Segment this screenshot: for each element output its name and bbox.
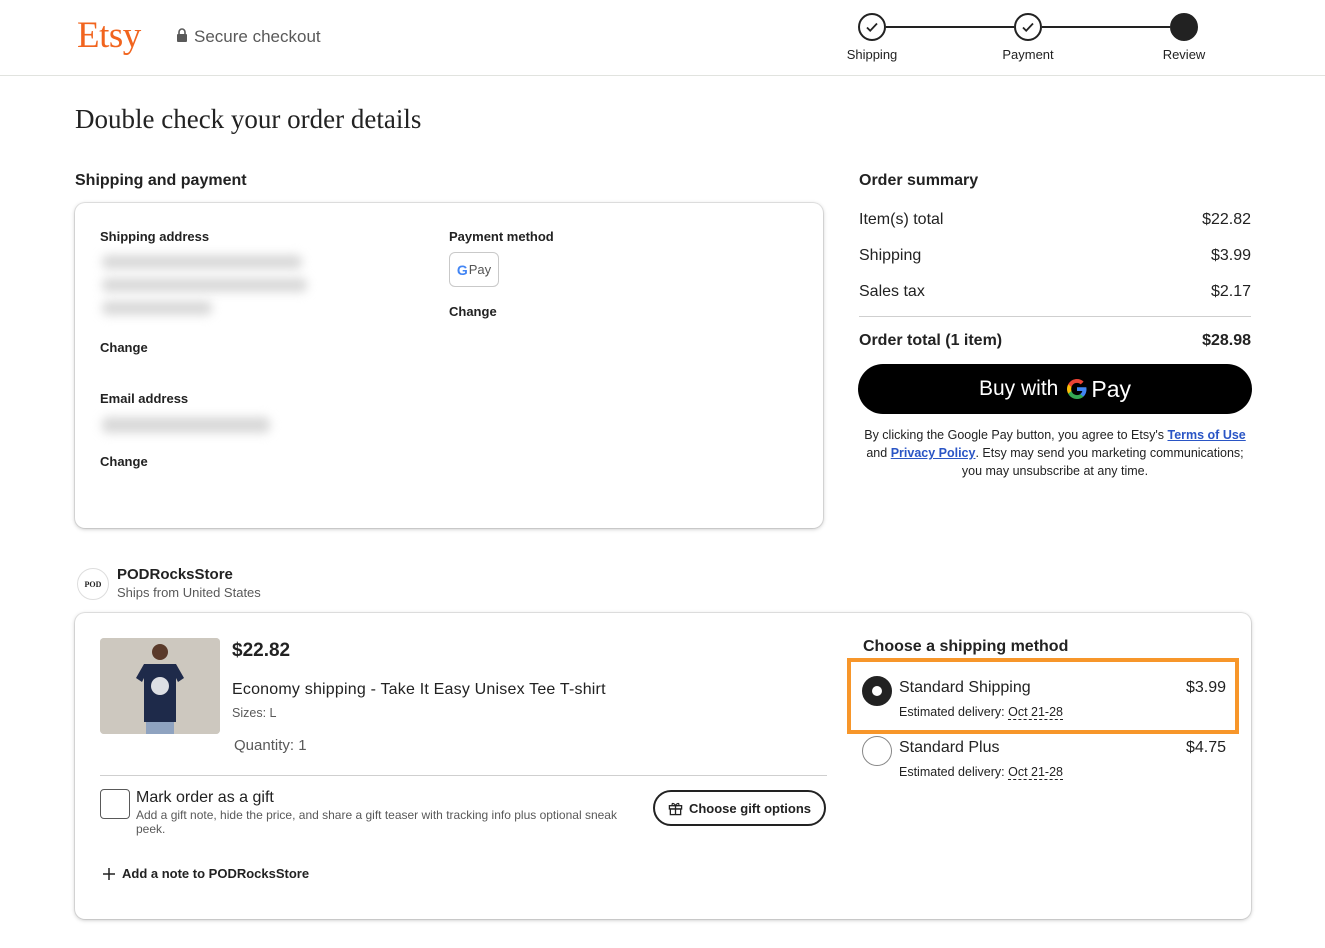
gift-title: Mark order as a gift [136, 789, 274, 806]
legal-disclaimer: By clicking the Google Pay button, you a… [858, 426, 1252, 480]
summary-value: $22.82 [1202, 211, 1251, 228]
etsy-logo[interactable]: Etsy [77, 14, 141, 57]
step-shipping-check-icon [858, 13, 886, 41]
shipping-address-label: Shipping address [100, 229, 210, 244]
summary-label: Sales tax [859, 283, 925, 300]
gift-description: Add a gift note, hide the price, and sha… [136, 808, 617, 836]
item-title[interactable]: Economy shipping - Take It Easy Unisex T… [232, 681, 606, 699]
checkout-header: Etsy Secure checkout Shipping Payment Re… [0, 0, 1325, 76]
shop-avatar[interactable]: POD [77, 568, 109, 600]
estimate-label: Estimated delivery: [899, 765, 1005, 779]
buy-with-google-pay-button[interactable]: Buy with Pay [858, 364, 1252, 414]
option-name-plus: Standard Plus [899, 739, 1000, 756]
standard-plus-radio[interactable] [862, 736, 892, 766]
change-email-link[interactable]: Change [100, 454, 148, 469]
order-total-value: $28.98 [1202, 332, 1251, 349]
terms-of-use-link[interactable]: Terms of Use [1167, 428, 1245, 442]
step-label-shipping: Shipping [846, 47, 898, 62]
summary-row-sales-tax: Sales tax $2.17 [859, 283, 1251, 301]
redacted-address-line [102, 255, 302, 269]
step-review-icon [1170, 13, 1198, 41]
redacted-address-line [102, 278, 307, 292]
google-g-icon: G [456, 261, 468, 278]
buy-with-label: Buy with [978, 377, 1059, 400]
shipping-method-title: Choose a shipping method [863, 638, 1069, 655]
change-address-link[interactable]: Change [100, 340, 148, 355]
legal-text: . Etsy may send you marketing communicat… [961, 446, 1244, 478]
item-quantity: Quantity: 1 [234, 737, 307, 754]
option-estimate-plus: Estimated delivery: Oct 21-28 [899, 765, 1063, 780]
standard-shipping-radio[interactable] [862, 676, 892, 706]
summary-value: $3.99 [1210, 247, 1251, 264]
change-payment-link[interactable]: Change [449, 304, 497, 319]
google-pay-logo: Pay [1066, 376, 1131, 403]
legal-text: and [866, 446, 891, 460]
estimate-label: Estimated delivery: [899, 705, 1005, 719]
option-price-plus: $4.75 [1185, 739, 1226, 756]
plus-icon [103, 867, 115, 880]
payment-method-label: Payment method [449, 229, 554, 244]
progress-line [886, 26, 1014, 28]
summary-row-shipping: Shipping $3.99 [859, 247, 1251, 265]
estimate-date[interactable]: Oct 21-28 [1008, 705, 1063, 720]
redacted-address-line [102, 301, 212, 315]
pay-text: Pay [468, 262, 492, 277]
summary-value: $2.17 [1210, 283, 1251, 300]
google-g-icon [1067, 379, 1087, 399]
lock-icon [176, 27, 188, 47]
estimate-date[interactable]: Oct 21-28 [1008, 765, 1063, 780]
gift-checkbox[interactable] [100, 789, 130, 819]
item-divider [100, 775, 827, 776]
add-note-label: Add a note to PODRocksStore [122, 866, 310, 881]
gift-button-label: Choose gift options [688, 800, 812, 816]
order-summary-title: Order summary [859, 172, 979, 189]
page-title: Double check your order details [75, 104, 422, 134]
summary-label: Shipping [859, 247, 922, 264]
email-address-label: Email address [100, 391, 189, 406]
order-item-card: $22.82 Economy shipping - Take It Easy U… [75, 613, 1251, 919]
privacy-policy-link[interactable]: Privacy Policy [891, 446, 976, 460]
shipping-payment-card: Shipping address Change Email address Ch… [75, 203, 823, 528]
shop-name[interactable]: PODRocksStore [117, 566, 233, 583]
order-total-label: Order total (1 item) [859, 332, 1003, 349]
summary-row-order-total: Order total (1 item) $28.98 [859, 332, 1251, 350]
option-estimate-standard: Estimated delivery: Oct 21-28 [899, 705, 1063, 720]
product-image[interactable] [100, 638, 220, 734]
gift-icon [668, 802, 683, 815]
step-payment-check-icon [1014, 13, 1042, 41]
pay-text: Pay [1091, 375, 1131, 402]
choose-gift-options-button[interactable]: Choose gift options [653, 790, 826, 826]
progress-line [1042, 26, 1170, 28]
option-price-standard: $3.99 [1185, 679, 1226, 696]
summary-divider [859, 316, 1251, 317]
item-price: $22.82 [232, 640, 291, 661]
google-pay-badge: G Pay [449, 252, 499, 287]
step-label-review: Review [1162, 47, 1206, 62]
checkout-progress: Shipping Payment Review [830, 10, 1230, 70]
summary-row-items-total: Item(s) total $22.82 [859, 211, 1251, 229]
shipping-payment-title: Shipping and payment [75, 172, 247, 189]
legal-text: By clicking the Google Pay button, you a… [864, 428, 1168, 442]
summary-label: Item(s) total [859, 211, 944, 228]
step-label-payment: Payment [1002, 47, 1054, 62]
add-note-link[interactable]: Add a note to PODRocksStore [102, 866, 309, 881]
item-size: Sizes: L [232, 706, 277, 720]
option-name-standard: Standard Shipping [899, 679, 1031, 696]
ships-from: Ships from United States [117, 585, 261, 600]
secure-checkout: Secure checkout [176, 27, 321, 47]
redacted-email [102, 417, 270, 433]
secure-checkout-label: Secure checkout [194, 27, 321, 46]
